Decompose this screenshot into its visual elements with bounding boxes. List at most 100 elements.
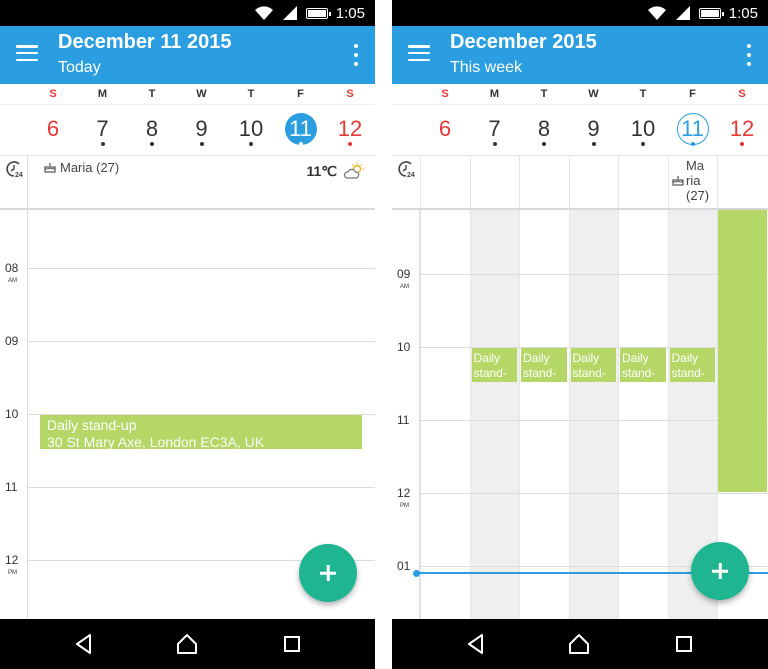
back-triangle-icon[interactable] (464, 632, 488, 656)
birthday-event[interactable]: Maria (27) (44, 160, 119, 175)
birthday-line: (27) (686, 188, 710, 203)
app-bar: December 11 2015 Today (0, 26, 375, 84)
day-6[interactable]: S 12 (325, 84, 375, 156)
event-title: Daily stand-up (47, 417, 137, 433)
day-letter: F (689, 88, 696, 100)
day-6[interactable]: S 12 (717, 84, 767, 156)
day-number: 10 (630, 116, 656, 141)
event-dot (100, 142, 105, 146)
add-event-button[interactable] (299, 544, 357, 602)
day-number: 7 (96, 116, 109, 141)
event-daily-standup[interactable]: Daily stand-up 30 St Mary Axe, London EC… (40, 415, 362, 449)
more-vert-icon[interactable] (744, 44, 754, 66)
day-2[interactable]: T8 (519, 84, 569, 156)
day-3[interactable]: W9 (569, 84, 619, 156)
event-dot (591, 142, 596, 146)
column-divider (568, 156, 570, 208)
day-number: 9 (195, 116, 208, 141)
day-number: 8 (145, 116, 159, 141)
column-divider (717, 156, 718, 208)
column-divider (568, 210, 570, 619)
page-subtitle: This week (450, 59, 523, 76)
hour-label: 01 (397, 560, 410, 573)
event-title-line: Daily (622, 351, 649, 365)
week-view-screen: 1:05 December 2015 This week S 6 M 7 T 8 W 9 T 10… (392, 0, 768, 669)
nav-bar (392, 619, 768, 669)
day-number: 12 (729, 116, 755, 141)
day-0[interactable]: S6 (420, 84, 470, 156)
recents-square-icon[interactable] (280, 632, 304, 656)
event-daily-standup[interactable]: Dailystand-up (669, 348, 715, 382)
day-letter: F (297, 88, 304, 100)
weather-widget[interactable]: 11℃ (306, 162, 365, 180)
day-letter: T (639, 88, 647, 100)
battery-icon (305, 7, 331, 19)
day-4[interactable]: T 10 (618, 84, 668, 156)
event-dot (199, 142, 204, 146)
day-number: 10 (238, 116, 264, 141)
day-4[interactable]: T 10 (226, 84, 276, 156)
day-letter: M (97, 88, 108, 100)
event-title-line: stand-up (572, 366, 606, 382)
hour-line (28, 268, 375, 269)
column-divider (618, 210, 619, 619)
hour-label: 09 AM (397, 268, 410, 293)
event-daily-standup[interactable]: Dailystand-up (570, 348, 616, 382)
recents-square-icon[interactable] (672, 632, 696, 656)
birthday-event[interactable]: Ma ria (27) (672, 158, 716, 203)
day-column (568, 210, 618, 619)
column-divider (469, 210, 471, 619)
home-icon[interactable] (567, 632, 591, 656)
page-subtitle: Today (58, 59, 101, 76)
hour-label: 11 (5, 481, 17, 494)
week-strip: S 6 M 7 T 8 W 9 T 10 F 11 S 12 (0, 84, 375, 156)
event-dot (348, 142, 352, 146)
day-view-screen: 1:05 December 11 2015 Today S 6 M 7 T 8 W 9 T 10 F… (0, 0, 375, 669)
birthday-line: Ma (686, 158, 705, 173)
hour-ampm: PM (8, 570, 17, 576)
day-1[interactable]: M7 (470, 84, 520, 156)
hour-text: 09 (5, 334, 19, 348)
event-saturday-block[interactable] (718, 210, 767, 492)
day-0[interactable]: S6 (28, 84, 78, 156)
hamburger-icon[interactable] (16, 42, 38, 64)
day-3[interactable]: W9 (177, 84, 227, 156)
day-letter: S (738, 88, 746, 100)
hour-line (420, 493, 768, 494)
more-vert-icon[interactable] (351, 44, 361, 66)
add-event-button[interactable] (691, 542, 749, 600)
day-number: 11 (681, 116, 704, 141)
event-title-line: Daily (523, 351, 550, 365)
event-location: 30 St Mary Axe, London EC3A, UK (47, 434, 265, 449)
hour-line (28, 487, 375, 488)
event-title-line: Daily (671, 351, 699, 365)
all-day-section: 24 Maria (27) 11℃ (0, 156, 375, 210)
hour-text: 10 (397, 340, 411, 354)
column-divider (420, 156, 421, 208)
current-time-dot (413, 569, 420, 577)
hour-label: 12 PM (5, 554, 18, 579)
clock-24-icon[interactable]: 24 (396, 159, 416, 179)
home-icon[interactable] (175, 632, 199, 656)
day-number: 8 (537, 116, 551, 141)
clock-24-icon[interactable]: 24 (4, 159, 24, 179)
cake-icon (44, 163, 56, 173)
event-daily-standup[interactable]: Dailystand-up (620, 348, 666, 382)
day-letter: S (49, 88, 57, 100)
day-2[interactable]: T8 (127, 84, 177, 156)
event-daily-standup[interactable]: Dailystand-up (471, 348, 517, 382)
hamburger-icon[interactable] (408, 42, 430, 64)
event-daily-standup[interactable]: Dailystand-up (521, 348, 567, 382)
cake-icon (672, 176, 684, 186)
day-number: 7 (488, 116, 501, 141)
back-triangle-icon[interactable] (72, 632, 96, 656)
day-letter: W (588, 88, 599, 100)
hour-line (420, 274, 768, 275)
hour-text: 11 (397, 413, 410, 427)
day-5[interactable]: F 11 (276, 84, 326, 156)
birthday-label: Maria (27) (60, 160, 120, 175)
day-5[interactable]: F 11 (668, 84, 718, 156)
day-1[interactable]: M7 (78, 84, 128, 156)
wifi-icon (254, 6, 273, 20)
hour-text: 11 (5, 480, 18, 494)
